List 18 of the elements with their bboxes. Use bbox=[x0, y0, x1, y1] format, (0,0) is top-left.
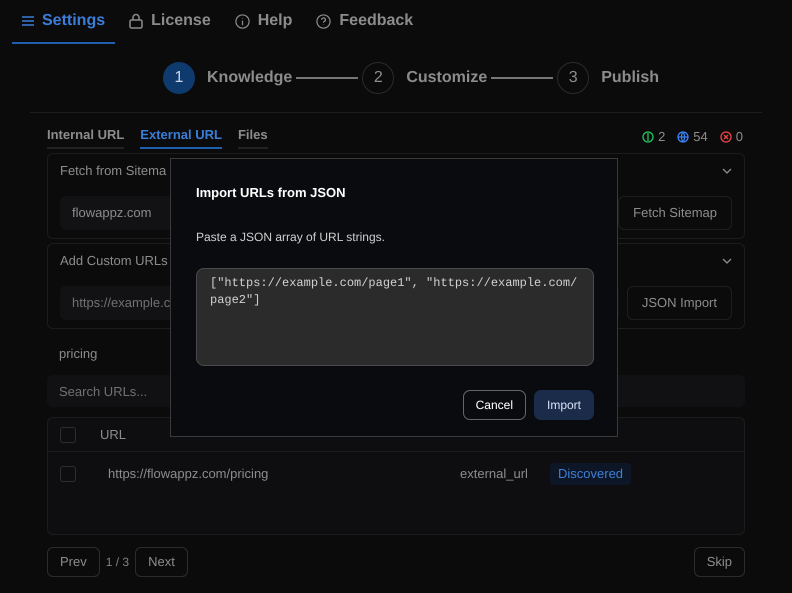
step-label: Customize bbox=[406, 68, 488, 88]
step-number: 3 bbox=[557, 62, 590, 94]
step-label: Publish bbox=[601, 68, 660, 88]
step-label: Knowledge bbox=[206, 68, 292, 88]
stat-count: 2 bbox=[658, 128, 666, 146]
step-number: 1 bbox=[162, 62, 195, 94]
dialog-description: Paste a JSON array of URL strings. bbox=[196, 228, 386, 246]
section-title: Fetch from Sitema bbox=[60, 162, 166, 180]
section-title: Add Custom URLs bbox=[60, 252, 168, 270]
page-indicator: 1 / 3 bbox=[106, 554, 130, 571]
step-number: 2 bbox=[362, 62, 394, 94]
dialog-title: Import URLs from JSON bbox=[196, 184, 347, 202]
stat-count: 54 bbox=[693, 128, 708, 146]
stat-count: 0 bbox=[736, 128, 743, 146]
status-badge: Discovered bbox=[550, 463, 632, 485]
url-cell-text: https://flowappz.com/pricing bbox=[108, 465, 270, 484]
column-header: URL bbox=[100, 426, 126, 444]
source-cell-text: external_url bbox=[460, 465, 529, 484]
